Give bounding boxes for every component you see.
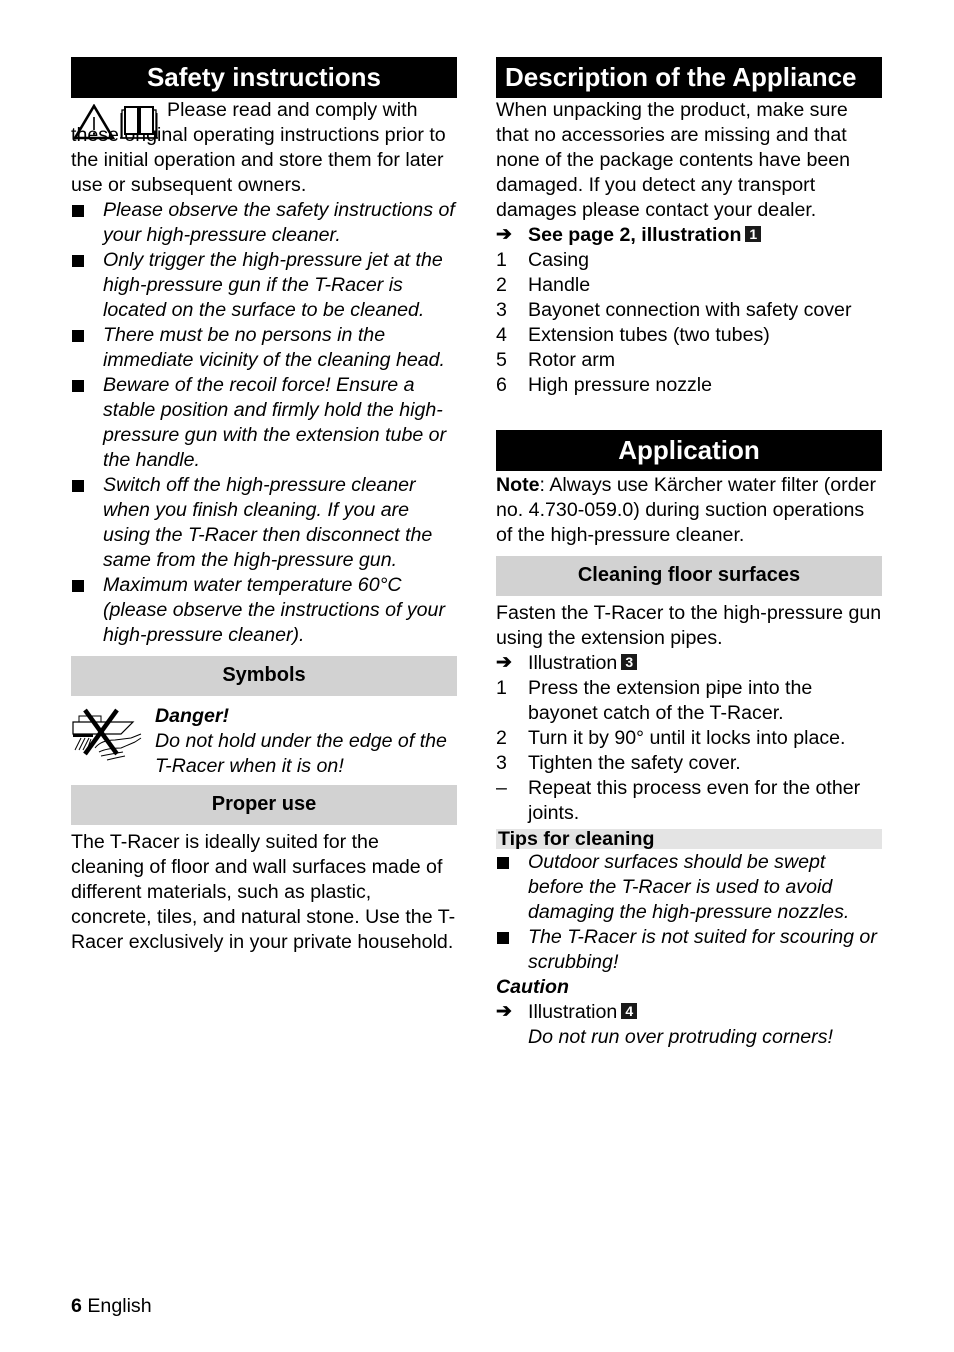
- step-number: 2: [496, 727, 507, 749]
- bullet-square-icon: [72, 255, 84, 267]
- caution-label: Caution: [496, 976, 569, 998]
- danger-symbol-block: Danger! Do not hold under the edge of th…: [71, 704, 457, 779]
- illustration-badge: 3: [621, 654, 638, 670]
- step-item: 2 Turn it by 90° until it locks into pla…: [496, 726, 882, 751]
- illustration-label: Illustration: [528, 652, 618, 674]
- steps-list: 1 Press the extension pipe into the bayo…: [496, 676, 882, 826]
- caution-text: Do not run over protruding corners!: [528, 1026, 833, 1048]
- parts-list-item: 3 Bayonet connection with safety cover: [496, 298, 882, 323]
- step-text: Tighten the safety cover.: [528, 752, 741, 774]
- part-label: Casing: [528, 249, 589, 271]
- step-text: Repeat this process even for the other j…: [528, 777, 861, 824]
- part-number: 3: [496, 299, 507, 321]
- safety-bullet: Switch off the high-pressure cleaner whe…: [71, 473, 457, 573]
- parts-list-item: 2 Handle: [496, 273, 882, 298]
- cleaning-floor-heading: Cleaning floor surfaces: [496, 556, 882, 596]
- do-not-hold-under-edge-icon: [71, 704, 155, 779]
- read-manual-book-icon: [118, 104, 160, 145]
- part-number: 5: [496, 349, 507, 371]
- safety-bullet: Beware of the recoil force! Ensure a sta…: [71, 373, 457, 473]
- safety-bullet-text: Maximum water temperature 60°C (please o…: [103, 574, 445, 646]
- parts-list-item: 4 Extension tubes (two tubes): [496, 323, 882, 348]
- warning-triangle-icon: [72, 103, 116, 145]
- parts-list-item: 1 Casing: [496, 248, 882, 273]
- description-heading: Description of the Appliance: [496, 57, 882, 98]
- tips-bullet: The T-Racer is not suited for scouring o…: [496, 925, 882, 975]
- danger-label: Danger!: [155, 705, 230, 727]
- arrow-right-icon: ➔: [496, 652, 512, 673]
- symbols-heading: Symbols: [71, 656, 457, 696]
- part-label: Bayonet connection with safety cover: [528, 299, 852, 321]
- tips-heading: Tips for cleaning: [496, 829, 882, 849]
- safety-bullet: Only trigger the high-pressure jet at th…: [71, 248, 457, 323]
- parts-list: 1 Casing 2 Handle 3 Bayonet connection w…: [496, 248, 882, 398]
- part-number: 1: [496, 249, 507, 271]
- parts-list-item: 6 High pressure nozzle: [496, 373, 882, 398]
- bullet-square-icon: [72, 205, 84, 217]
- note-label: Note: [496, 474, 540, 496]
- bullet-square-icon: [497, 857, 509, 869]
- note-text: : Always use Kärcher water filter (order…: [496, 474, 877, 546]
- caution-text-row: Do not run over protruding corners!: [496, 1025, 882, 1050]
- step-text: Press the extension pipe into the bayone…: [528, 677, 813, 724]
- illustration-badge: 1: [745, 226, 762, 242]
- illustration-label: Illustration: [528, 1001, 618, 1023]
- tips-bullet-text: The T-Racer is not suited for scouring o…: [528, 926, 877, 973]
- bullet-square-icon: [72, 580, 84, 592]
- step-number: 3: [496, 752, 507, 774]
- illustration-badge: 4: [621, 1003, 638, 1019]
- tips-bullet-list: Outdoor surfaces should be swept before …: [496, 850, 882, 975]
- safety-bullet-list: Please observe the safety instructions o…: [71, 198, 457, 648]
- tips-bullet: Outdoor surfaces should be swept before …: [496, 850, 882, 925]
- part-label: Handle: [528, 274, 591, 296]
- illustration-reference: ➔ Illustration 3: [496, 651, 882, 676]
- safety-bullet-text: Please observe the safety instructions o…: [103, 199, 455, 246]
- page-footer: 6 English: [71, 1294, 152, 1319]
- proper-use-text: The T-Racer is ideally suited for the cl…: [71, 831, 456, 953]
- step-item: 3 Tighten the safety cover.: [496, 751, 882, 776]
- cleaning-floor-text: Fasten the T-Racer to the high-pressure …: [496, 602, 882, 649]
- step-item: – Repeat this process even for the other…: [496, 776, 882, 826]
- part-label: Extension tubes (two tubes): [528, 324, 770, 346]
- application-heading: Application: [496, 430, 882, 471]
- part-number: 2: [496, 274, 507, 296]
- bullet-square-icon: [497, 932, 509, 944]
- tips-bullet-text: Outdoor surfaces should be swept before …: [528, 851, 850, 923]
- parts-list-item: 5 Rotor arm: [496, 348, 882, 373]
- left-column: Safety instructions Please read and comp…: [71, 57, 457, 955]
- step-number: 1: [496, 677, 507, 699]
- part-label: High pressure nozzle: [528, 374, 713, 396]
- safety-bullet-text: Beware of the recoil force! Ensure a sta…: [103, 374, 447, 471]
- part-label: Rotor arm: [528, 349, 616, 371]
- safety-bullet-text: There must be no persons in the immediat…: [103, 324, 445, 371]
- footer-language: English: [87, 1295, 152, 1317]
- arrow-right-icon: ➔: [496, 224, 512, 245]
- bullet-square-icon: [72, 480, 84, 492]
- bullet-square-icon: [72, 380, 84, 392]
- step-dash: –: [496, 777, 507, 799]
- safety-bullet: Please observe the safety instructions o…: [71, 198, 457, 248]
- danger-text: Do not hold under the edge of the T-Race…: [155, 730, 447, 777]
- see-page-label: See page 2, illustration: [528, 224, 742, 246]
- bullet-square-icon: [72, 330, 84, 342]
- safety-bullet: There must be no persons in the immediat…: [71, 323, 457, 373]
- safety-intro: Please read and comply with these origin…: [71, 98, 457, 198]
- arrow-right-icon: ➔: [496, 1001, 512, 1022]
- description-text: When unpacking the product, make sure th…: [496, 99, 851, 221]
- safety-bullet-text: Only trigger the high-pressure jet at th…: [103, 249, 443, 321]
- part-number: 4: [496, 324, 507, 346]
- right-column: Description of the Appliance When unpack…: [496, 57, 882, 1050]
- step-text: Turn it by 90° until it locks into place…: [528, 727, 846, 749]
- page-number: 6: [71, 1295, 82, 1317]
- safety-bullet-text: Switch off the high-pressure cleaner whe…: [103, 474, 433, 571]
- part-number: 6: [496, 374, 507, 396]
- caution-illustration-reference: ➔ Illustration 4: [496, 1000, 882, 1025]
- proper-use-heading: Proper use: [71, 785, 457, 825]
- safety-bullet: Maximum water temperature 60°C (please o…: [71, 573, 457, 648]
- see-page-reference: ➔ See page 2, illustration 1: [496, 223, 882, 248]
- intro-icons: [72, 103, 160, 145]
- application-note: Note: Always use Kärcher water filter (o…: [496, 473, 882, 548]
- step-item: 1 Press the extension pipe into the bayo…: [496, 676, 882, 726]
- safety-instructions-heading: Safety instructions: [71, 57, 457, 98]
